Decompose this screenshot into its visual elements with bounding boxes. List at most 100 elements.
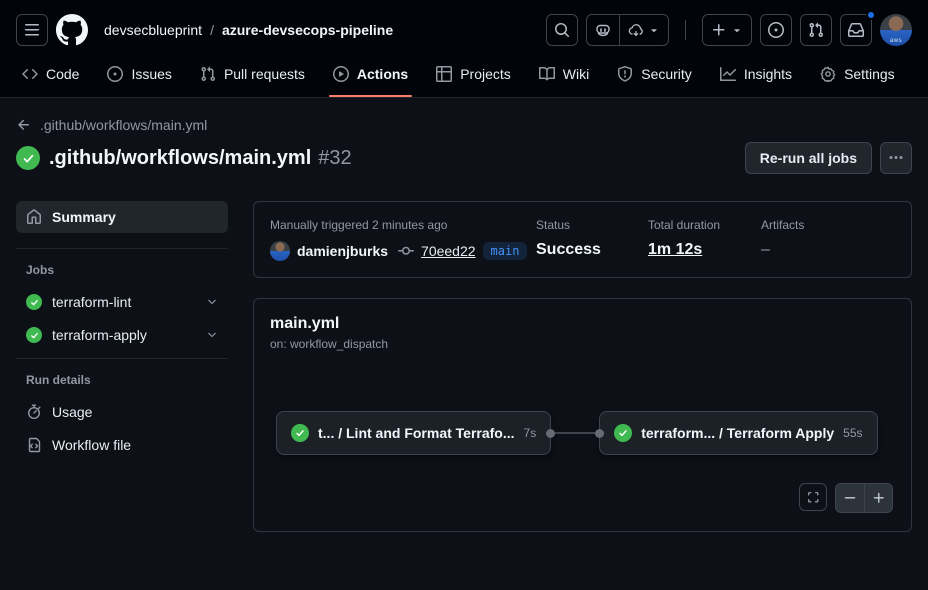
tab-actions[interactable]: Actions bbox=[319, 50, 422, 97]
duration-value-link[interactable]: 1m 12s bbox=[648, 241, 761, 259]
home-icon bbox=[26, 209, 42, 225]
run-number: #32 bbox=[318, 147, 351, 170]
chevron-down-icon[interactable] bbox=[206, 296, 218, 308]
git-pull-request-icon bbox=[808, 22, 824, 38]
tab-label: Actions bbox=[357, 66, 408, 82]
unread-notification-dot bbox=[866, 10, 876, 20]
git-commit-icon bbox=[398, 243, 414, 259]
graph-controls bbox=[799, 483, 893, 513]
tab-wiki[interactable]: Wiki bbox=[525, 50, 603, 97]
inbox-icon bbox=[848, 22, 864, 38]
jobs-heading: Jobs bbox=[16, 263, 228, 277]
status-value: Success bbox=[536, 241, 648, 259]
hamburger-menu-button[interactable] bbox=[16, 14, 48, 46]
tab-code[interactable]: Code bbox=[8, 50, 93, 97]
header-divider bbox=[685, 20, 686, 40]
github-mark-icon[interactable] bbox=[56, 14, 88, 46]
sidebar-item-summary[interactable]: Summary bbox=[16, 201, 228, 233]
breadcrumb-owner-link[interactable]: devsecblueprint bbox=[104, 22, 202, 38]
sidebar-job-terraform-apply[interactable]: terraform-apply bbox=[16, 327, 228, 343]
run-options-kebab-button[interactable] bbox=[880, 142, 912, 174]
tab-security[interactable]: Security bbox=[603, 50, 706, 97]
tab-label: Pull requests bbox=[224, 66, 305, 82]
plus-icon bbox=[872, 491, 886, 505]
status-label: Status bbox=[536, 218, 648, 232]
rerun-all-jobs-button[interactable]: Re-run all jobs bbox=[745, 142, 872, 174]
breadcrumb: devsecblueprint / azure-devsecops-pipeli… bbox=[104, 22, 393, 38]
workflow-graph-card: main.yml on: workflow_dispatch t... / Li… bbox=[253, 298, 912, 532]
breadcrumb-separator: / bbox=[210, 22, 214, 38]
triangle-down-icon bbox=[731, 24, 743, 36]
edge-dot bbox=[546, 429, 555, 438]
run-sidebar: Summary Jobs terraform-lint bbox=[16, 201, 228, 532]
success-check-circle-icon bbox=[26, 294, 42, 310]
run-main-column: Manually triggered 2 minutes ago damienj… bbox=[253, 201, 912, 532]
artifacts-value: – bbox=[761, 241, 804, 259]
back-to-workflow-link[interactable]: .github/workflows/main.yml bbox=[16, 117, 207, 133]
job-name: terraform-apply bbox=[52, 327, 147, 343]
actor-link[interactable]: damienjburks bbox=[297, 243, 388, 259]
zoom-in-button[interactable] bbox=[864, 484, 892, 512]
run-details-heading: Run details bbox=[16, 373, 228, 387]
triangle-down-icon bbox=[648, 24, 660, 36]
book-icon bbox=[539, 66, 555, 82]
pull-requests-button[interactable] bbox=[800, 14, 832, 46]
issues-button[interactable] bbox=[760, 14, 792, 46]
fit-view-button[interactable] bbox=[799, 483, 827, 511]
sidebar-job-terraform-lint[interactable]: terraform-lint bbox=[16, 294, 228, 310]
stopwatch-icon bbox=[26, 404, 42, 420]
success-check-circle-icon bbox=[16, 146, 40, 170]
code-icon bbox=[22, 66, 38, 82]
page-content: .github/workflows/main.yml .github/workf… bbox=[0, 117, 928, 532]
copilot-icon bbox=[587, 15, 619, 45]
chevron-down-icon[interactable] bbox=[206, 329, 218, 341]
graph-node-terraform-lint[interactable]: t... / Lint and Format Terrafo... 7s bbox=[276, 411, 551, 455]
actor-avatar[interactable] bbox=[270, 241, 290, 261]
breadcrumb-repo-link[interactable]: azure-devsecops-pipeline bbox=[222, 22, 393, 38]
play-circle-icon bbox=[333, 66, 349, 82]
dash-icon bbox=[843, 491, 857, 505]
workflow-file-name: main.yml bbox=[270, 315, 895, 333]
graph-node-terraform-apply[interactable]: terraform... / Terraform Apply 55s bbox=[599, 411, 877, 455]
user-avatar[interactable]: aws bbox=[880, 14, 912, 46]
workflow-graph: t... / Lint and Format Terrafo... 7s ter… bbox=[276, 411, 895, 455]
graph-edge bbox=[546, 429, 604, 438]
workflow-trigger: on: workflow_dispatch bbox=[270, 337, 895, 351]
tab-insights[interactable]: Insights bbox=[706, 50, 806, 97]
tab-projects[interactable]: Projects bbox=[422, 50, 525, 97]
trigger-text: Manually triggered 2 minutes ago bbox=[270, 218, 536, 232]
search-icon bbox=[554, 22, 570, 38]
copilot-dropdown[interactable] bbox=[619, 15, 668, 45]
edge-line bbox=[555, 432, 595, 434]
branch-badge[interactable]: main bbox=[483, 242, 528, 260]
global-header: devsecblueprint / azure-devsecops-pipeli… bbox=[0, 0, 928, 50]
issue-opened-icon bbox=[107, 66, 123, 82]
edge-dot bbox=[595, 429, 604, 438]
file-code-icon bbox=[26, 437, 42, 453]
node-label: t... / Lint and Format Terrafo... bbox=[318, 425, 515, 441]
create-new-button[interactable] bbox=[702, 14, 752, 46]
commit-sha-link[interactable]: 70eed22 bbox=[421, 243, 476, 259]
search-button[interactable] bbox=[546, 14, 578, 46]
success-check-circle-icon bbox=[26, 327, 42, 343]
summary-label: Summary bbox=[52, 209, 116, 225]
node-label: terraform... / Terraform Apply bbox=[641, 425, 834, 441]
tab-label: Security bbox=[641, 66, 692, 82]
duration-label: Total duration bbox=[648, 218, 761, 232]
sidebar-item-workflow-file[interactable]: Workflow file bbox=[16, 437, 228, 453]
tab-label: Wiki bbox=[563, 66, 589, 82]
node-duration: 55s bbox=[843, 426, 862, 440]
sidebar-item-label: Workflow file bbox=[52, 437, 131, 453]
kebab-horizontal-icon bbox=[888, 150, 904, 166]
zoom-out-button[interactable] bbox=[836, 484, 864, 512]
tab-issues[interactable]: Issues bbox=[93, 50, 185, 97]
tab-settings[interactable]: Settings bbox=[806, 50, 909, 97]
sidebar-item-usage[interactable]: Usage bbox=[16, 404, 228, 420]
tab-label: Settings bbox=[844, 66, 895, 82]
shield-icon bbox=[617, 66, 633, 82]
tab-pull-requests[interactable]: Pull requests bbox=[186, 50, 319, 97]
run-summary-card: Manually triggered 2 minutes ago damienj… bbox=[253, 201, 912, 278]
cloud-icon bbox=[628, 22, 644, 38]
copilot-button[interactable] bbox=[586, 14, 669, 46]
tab-label: Issues bbox=[131, 66, 171, 82]
